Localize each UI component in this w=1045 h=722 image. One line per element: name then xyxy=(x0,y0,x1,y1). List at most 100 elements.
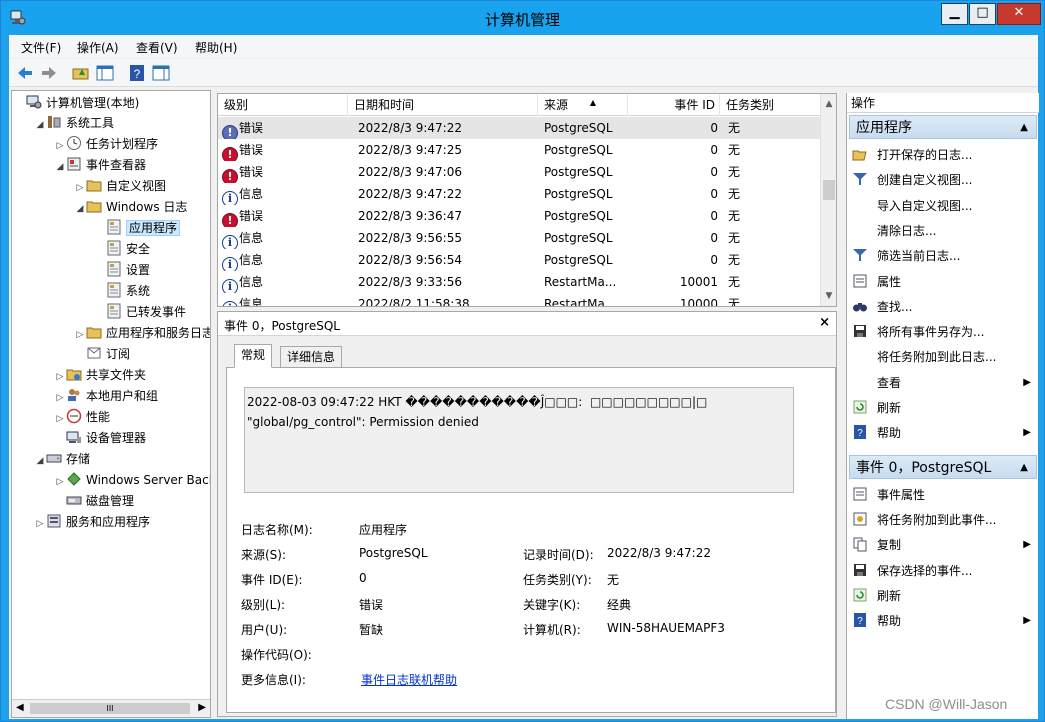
action-item[interactable]: 清除日志... xyxy=(851,219,1037,243)
forward-icon[interactable] xyxy=(39,63,59,83)
expand-arrow-icon[interactable]: ▷ xyxy=(54,409,66,429)
action-item[interactable]: 将任务附加到此日志... xyxy=(851,345,1037,369)
table-row[interactable]: ! 错误 2022/8/3 9:36:47 PostgreSQL 0 无 xyxy=(218,205,822,227)
menu-action[interactable]: 操作(A) xyxy=(77,39,119,56)
table-row[interactable]: i 信息 2022/8/3 9:47:22 PostgreSQL 0 无 xyxy=(218,183,822,205)
up-folder-icon[interactable] xyxy=(71,63,91,83)
action-item[interactable]: ? 帮助 ▶ xyxy=(851,421,1037,445)
action-item[interactable]: 创建自定义视图... xyxy=(851,168,1037,192)
tab-general[interactable]: 常规 xyxy=(234,344,272,368)
tree-item[interactable]: ▷ 共享文件夹 xyxy=(54,365,146,385)
tree-item[interactable]: ◢ Windows 日志 xyxy=(74,197,187,217)
column-datetime[interactable]: 日期和时间 xyxy=(348,94,538,116)
cell-event-id: 0 xyxy=(628,183,718,205)
action-item[interactable]: 将所有事件另存为... xyxy=(851,320,1037,344)
back-icon[interactable] xyxy=(15,63,35,83)
column-task-category[interactable]: 任务类别 xyxy=(720,94,822,116)
table-row[interactable]: i信息 2022/8/2 11:58:38 RestartMa... 10000 无 xyxy=(218,293,822,307)
info-icon: i xyxy=(222,191,238,205)
collapse-arrow-icon[interactable]: ▲ xyxy=(1020,116,1028,140)
tree-item[interactable]: 计算机管理(本地) xyxy=(14,93,139,113)
tree-item[interactable]: ▷ 任务计划程序 xyxy=(54,134,158,154)
tree-item[interactable]: ◢ 存储 xyxy=(34,449,90,469)
action-item[interactable]: 打开保存的日志... xyxy=(851,143,1037,167)
action-item[interactable]: 将任务附加到此事件... xyxy=(851,508,1037,532)
expand-arrow-icon[interactable]: ▷ xyxy=(74,325,86,345)
expand-arrow-icon[interactable]: ▷ xyxy=(34,514,46,534)
expand-arrow-icon[interactable]: ▷ xyxy=(74,178,86,198)
table-row[interactable]: i 信息 2022/8/3 9:33:56 RestartMa... 10001 无 xyxy=(218,271,822,293)
action-item[interactable]: 刷新 xyxy=(851,584,1037,608)
action-item[interactable]: 事件属性 xyxy=(851,483,1037,507)
scroll-thumb[interactable] xyxy=(823,180,835,200)
tree-item[interactable]: 安全 xyxy=(94,239,150,259)
tree-item[interactable]: ▷ 服务和应用程序 xyxy=(34,512,150,532)
action-item[interactable]: 复制 ▶ xyxy=(851,533,1037,557)
scroll-down-icon[interactable]: ▼ xyxy=(821,288,837,304)
minimize-button[interactable]: ▁ xyxy=(941,3,968,25)
tree-item[interactable]: ▷ 性能 xyxy=(54,407,110,427)
scroll-up-icon[interactable]: ▲ xyxy=(821,96,837,112)
table-row[interactable]: i 信息 2022/8/3 9:56:55 PostgreSQL 0 无 xyxy=(218,227,822,249)
collapse-arrow-icon[interactable]: ◢ xyxy=(34,451,46,471)
collapse-arrow-icon[interactable]: ◢ xyxy=(54,157,66,177)
menu-help[interactable]: 帮助(H) xyxy=(195,39,237,56)
tab-details[interactable]: 详细信息 xyxy=(280,346,342,368)
action-item[interactable]: 查看 ▶ xyxy=(851,371,1037,395)
tree-item[interactable]: ▷ 本地用户和组 xyxy=(54,386,158,406)
maximize-button[interactable]: □ xyxy=(969,3,996,25)
show-hide-action-pane-icon[interactable] xyxy=(151,63,171,83)
collapse-arrow-icon[interactable]: ◢ xyxy=(34,115,46,135)
tree-item[interactable]: ◢ 事件查看器 xyxy=(54,155,146,175)
table-row[interactable]: ! 错误 2022/8/3 9:47:06 PostgreSQL 0 无 xyxy=(218,161,822,183)
column-source-label: 来源 xyxy=(544,98,568,112)
action-item[interactable]: 导入自定义视图... xyxy=(851,194,1037,218)
tree-item[interactable]: 已转发事件 xyxy=(94,302,186,322)
help-icon[interactable]: ? xyxy=(127,63,147,83)
table-row[interactable]: ! 错误 2022/8/3 9:47:25 PostgreSQL 0 无 xyxy=(218,139,822,161)
tree-item[interactable]: 订阅 xyxy=(74,344,130,364)
action-item[interactable]: ? 帮助 ▶ xyxy=(851,609,1037,633)
close-detail-button[interactable]: × xyxy=(819,315,830,330)
close-button[interactable]: ✕ xyxy=(997,3,1041,25)
tree-item[interactable]: 磁盘管理 xyxy=(54,491,134,511)
tree-item[interactable]: ▷ 自定义视图 xyxy=(74,176,166,196)
event-message[interactable]: 2022-08-03 09:47:22 HKT �����������Ĵ□□□… xyxy=(244,387,794,493)
tree-item[interactable]: ◢ 系统工具 xyxy=(34,113,114,133)
tree-item[interactable]: ▷ Windows Server Back xyxy=(54,470,211,490)
title-bar[interactable]: 计算机管理 ▁ □ ✕ xyxy=(1,1,1044,35)
column-event-id[interactable]: 事件 ID xyxy=(628,94,720,116)
collapse-arrow-icon[interactable]: ◢ xyxy=(74,199,86,219)
table-row[interactable]: ! 错误 2022/8/3 9:47:22 PostgreSQL 0 无 xyxy=(218,117,822,139)
show-hide-tree-icon[interactable] xyxy=(95,63,115,83)
tree-item[interactable]: 设置 xyxy=(94,260,150,280)
scroll-left-icon[interactable]: ◀ xyxy=(16,702,24,713)
expand-arrow-icon[interactable]: ▷ xyxy=(54,136,66,156)
tree-item[interactable]: 应用程序 xyxy=(94,218,180,238)
tree-item[interactable]: 系统 xyxy=(94,281,150,301)
event-log-online-help-link[interactable]: 事件日志联机帮助 xyxy=(361,671,457,688)
tree-horizontal-scrollbar[interactable]: ◀ III ▶ xyxy=(12,699,210,717)
menu-view[interactable]: 查看(V) xyxy=(136,39,178,56)
actions-section-header[interactable]: 事件 0，PostgreSQL ▲ xyxy=(849,455,1037,479)
actions-section-header[interactable]: 应用程序 ▲ xyxy=(849,115,1037,139)
column-level[interactable]: 级别 xyxy=(218,94,348,116)
scroll-thumb[interactable]: III xyxy=(30,703,190,714)
action-item[interactable]: 刷新 xyxy=(851,396,1037,420)
tree-item[interactable]: ▷ 应用程序和服务日志 xyxy=(74,323,211,343)
collapse-arrow-icon[interactable]: ▲ xyxy=(1020,456,1028,480)
tree-item[interactable]: 设备管理器 xyxy=(54,428,146,448)
menu-bar: 文件(F) 操作(A) 查看(V) 帮助(H) xyxy=(9,35,1038,57)
table-row[interactable]: i 信息 2022/8/3 9:56:54 PostgreSQL 0 无 xyxy=(218,249,822,271)
action-item[interactable]: 保存选择的事件... xyxy=(851,559,1037,583)
expand-arrow-icon[interactable]: ▷ xyxy=(54,472,66,492)
action-item[interactable]: 查找... xyxy=(851,295,1037,319)
action-item[interactable]: 筛选当前日志... xyxy=(851,244,1037,268)
menu-file[interactable]: 文件(F) xyxy=(21,39,61,56)
expand-arrow-icon[interactable]: ▷ xyxy=(54,388,66,408)
column-source[interactable]: 来源 ▲ xyxy=(538,94,628,116)
action-item[interactable]: 属性 xyxy=(851,270,1037,294)
event-list-scrollbar[interactable]: ▲ ▼ xyxy=(820,94,836,306)
expand-arrow-icon[interactable]: ▷ xyxy=(54,367,66,387)
scroll-right-icon[interactable]: ▶ xyxy=(198,702,206,713)
